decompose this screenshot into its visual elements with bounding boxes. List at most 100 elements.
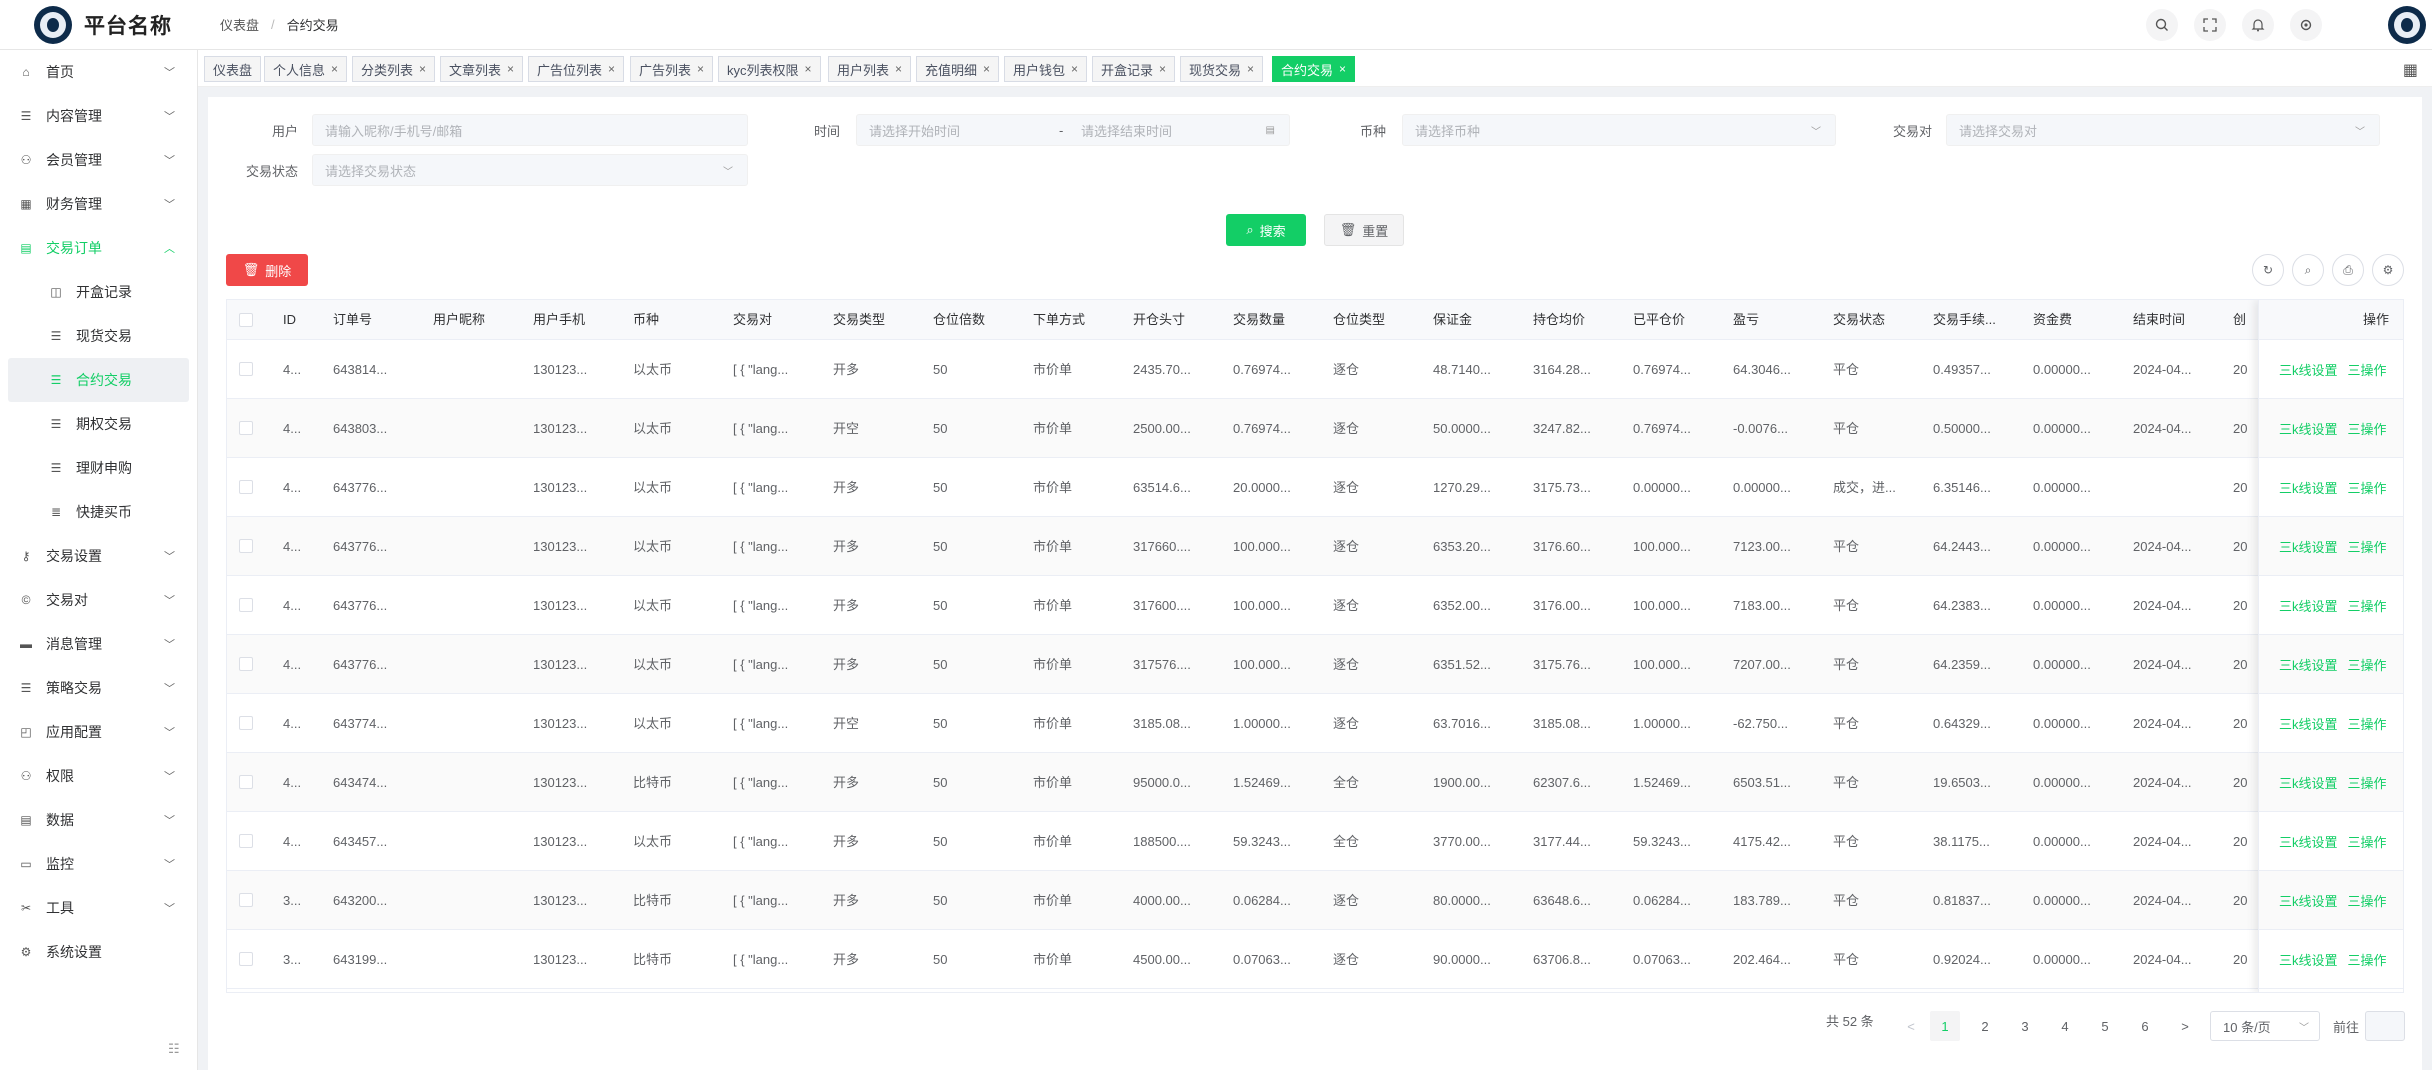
close-icon[interactable]: × bbox=[1339, 62, 1346, 76]
table-row[interactable]: 4... 643776... 130123... 以太币[ { "lang... 开多 5… bbox=[227, 458, 2403, 517]
sidebar-item-monitor[interactable]: ▭ 监控 ﹀ bbox=[0, 842, 197, 886]
time-range-picker[interactable]: 请选择开始时间 - 请选择结束时间 ▤ bbox=[856, 114, 1290, 146]
end-time-input[interactable]: 请选择结束时间 bbox=[1081, 121, 1172, 140]
sidebar-item-trade-settings[interactable]: ⚷ 交易设置 ﹀ bbox=[0, 534, 197, 578]
sidebar-sub-contract[interactable]: ☰ 合约交易 bbox=[8, 358, 189, 402]
page-5[interactable]: 5 bbox=[2090, 1011, 2120, 1041]
kline-settings-link[interactable]: 三k线设置 bbox=[2279, 478, 2338, 497]
sidebar-item-strategy[interactable]: ☰ 策略交易 ﹀ bbox=[0, 666, 197, 710]
page-1[interactable]: 1 bbox=[1930, 1011, 1960, 1041]
sidebar-item-tools[interactable]: ✂ 工具 ﹀ bbox=[0, 886, 197, 930]
table-row[interactable]: 4... 643774... 130123... 以太币[ { "lang... 开空 5… bbox=[227, 694, 2403, 753]
kline-settings-link[interactable]: 三k线设置 bbox=[2279, 832, 2338, 851]
tag-box-records[interactable]: 开盒记录 × bbox=[1092, 56, 1176, 82]
sidebar-item-finance[interactable]: ▦ 财务管理 ﹀ bbox=[0, 182, 197, 226]
tag-profile[interactable]: 个人信息 × bbox=[264, 56, 348, 82]
row-checkbox[interactable] bbox=[239, 893, 253, 907]
table-row[interactable]: 3... 643200... 130123... 比特币[ { "lang... 开多 5… bbox=[227, 871, 2403, 930]
row-checkbox[interactable] bbox=[239, 539, 253, 553]
goto-page-input[interactable] bbox=[2365, 1011, 2405, 1041]
table-row[interactable]: 4... 643803... 130123... 以太币[ { "lang... 开空 5… bbox=[227, 399, 2403, 458]
operate-link[interactable]: 三操作 bbox=[2348, 891, 2387, 910]
kline-settings-link[interactable]: 三k线设置 bbox=[2279, 655, 2338, 674]
kline-settings-link[interactable]: 三k线设置 bbox=[2279, 891, 2338, 910]
row-checkbox[interactable] bbox=[239, 421, 253, 435]
close-icon[interactable]: × bbox=[419, 62, 426, 76]
tag-recharge[interactable]: 充值明细 × bbox=[916, 56, 1000, 82]
sidebar-item-data[interactable]: ▤ 数据 ﹀ bbox=[0, 798, 197, 842]
table-row[interactable]: 4... 643776... 130123... 以太币[ { "lang... 开多 5… bbox=[227, 635, 2403, 694]
tag-contract[interactable]: 合约交易 × bbox=[1272, 56, 1356, 82]
close-icon[interactable]: × bbox=[697, 62, 704, 76]
search-icon[interactable]: ⌕ bbox=[2292, 254, 2324, 286]
sidebar-sub-box-records[interactable]: ◫ 开盒记录 bbox=[8, 270, 189, 314]
table-row[interactable]: 3... 643199... 130123... 比特币[ { "lang... 开多 5… bbox=[227, 930, 2403, 989]
sidebar-item-system-settings[interactable]: ⚙ 系统设置 bbox=[0, 930, 197, 974]
grid-icon[interactable]: ▦ bbox=[2403, 60, 2418, 80]
sidebar-item-app-config[interactable]: ◰ 应用配置 ﹀ bbox=[0, 710, 197, 754]
sidebar-item-permissions[interactable]: ⚇ 权限 ﹀ bbox=[0, 754, 197, 798]
sidebar-sub-options[interactable]: ☰ 期权交易 bbox=[8, 402, 189, 446]
close-icon[interactable]: × bbox=[895, 62, 902, 76]
tag-spot[interactable]: 现货交易 × bbox=[1180, 56, 1264, 82]
close-icon[interactable]: × bbox=[507, 62, 514, 76]
close-icon[interactable]: × bbox=[1071, 62, 1078, 76]
bell-icon[interactable] bbox=[2242, 9, 2274, 41]
tag-kyc-list[interactable]: kyc列表权限 × bbox=[718, 56, 821, 82]
start-time-input[interactable]: 请选择开始时间 bbox=[869, 121, 960, 140]
kline-settings-link[interactable]: 三k线设置 bbox=[2279, 950, 2338, 969]
sidebar-item-messages[interactable]: ▬ 消息管理 ﹀ bbox=[0, 622, 197, 666]
kline-settings-link[interactable]: 三k线设置 bbox=[2279, 714, 2338, 733]
reset-button[interactable]: 🗑 重置 bbox=[1324, 214, 1404, 246]
tag-wallet[interactable]: 用户钱包 × bbox=[1004, 56, 1088, 82]
tag-ad-list[interactable]: 广告列表 × bbox=[630, 56, 714, 82]
row-checkbox[interactable] bbox=[239, 834, 253, 848]
settings-icon[interactable] bbox=[2290, 9, 2322, 41]
logo[interactable] bbox=[34, 5, 72, 44]
table-row[interactable]: 4... 643814... 130123... 以太币[ { "lang... 开多 5… bbox=[227, 340, 2403, 399]
pair-select[interactable]: 请选择交易对 ﹀ bbox=[1946, 114, 2380, 146]
row-checkbox[interactable] bbox=[239, 716, 253, 730]
sidebar-item-pairs[interactable]: © 交易对 ﹀ bbox=[0, 578, 197, 622]
delete-button[interactable]: 🗑 删除 bbox=[226, 254, 308, 286]
row-checkbox[interactable] bbox=[239, 657, 253, 671]
close-icon[interactable]: × bbox=[1159, 62, 1166, 76]
table-row[interactable]: 4... 643457... 130123... 以太币[ { "lang... 开多 5… bbox=[227, 812, 2403, 871]
status-select[interactable]: 请选择交易状态 ﹀ bbox=[312, 154, 748, 186]
close-icon[interactable]: × bbox=[608, 62, 615, 76]
operate-link[interactable]: 三操作 bbox=[2348, 596, 2387, 615]
prev-page-button[interactable]: < bbox=[1896, 1011, 1926, 1041]
kline-settings-link[interactable]: 三k线设置 bbox=[2279, 419, 2338, 438]
sidebar-item-orders[interactable]: ▤ 交易订单 ︿ bbox=[0, 226, 197, 270]
collapse-sidebar-icon[interactable]: ☷ bbox=[168, 1041, 180, 1057]
table-row[interactable]: 4... 643776... 130123... 以太币[ { "lang... 开多 5… bbox=[227, 576, 2403, 635]
close-icon[interactable]: × bbox=[805, 62, 812, 76]
tag-article-list[interactable]: 文章列表 × bbox=[440, 56, 524, 82]
page-2[interactable]: 2 bbox=[1970, 1011, 2000, 1041]
refresh-icon[interactable]: ↻ bbox=[2252, 254, 2284, 286]
coin-select[interactable]: 请选择币种 ﹀ bbox=[1402, 114, 1836, 146]
select-all-checkbox[interactable] bbox=[239, 313, 253, 327]
breadcrumb-root[interactable]: 仪表盘 bbox=[220, 15, 259, 34]
sidebar-item-members[interactable]: ⚇ 会员管理 ﹀ bbox=[0, 138, 197, 182]
row-checkbox[interactable] bbox=[239, 598, 253, 612]
fullscreen-icon[interactable] bbox=[2194, 9, 2226, 41]
print-icon[interactable]: ⎙ bbox=[2332, 254, 2364, 286]
operate-link[interactable]: 三操作 bbox=[2348, 478, 2387, 497]
operate-link[interactable]: 三操作 bbox=[2348, 360, 2387, 379]
operate-link[interactable]: 三操作 bbox=[2348, 655, 2387, 674]
row-checkbox[interactable] bbox=[239, 480, 253, 494]
operate-link[interactable]: 三操作 bbox=[2348, 950, 2387, 969]
search-icon[interactable] bbox=[2146, 9, 2178, 41]
avatar[interactable] bbox=[2388, 6, 2426, 44]
operate-link[interactable]: 三操作 bbox=[2348, 832, 2387, 851]
table-row[interactable]: 4... 643474... 130123... 比特币[ { "lang... 开多 5… bbox=[227, 753, 2403, 812]
sidebar-sub-quickbuy[interactable]: ≣ 快捷买币 bbox=[8, 490, 189, 534]
sidebar-item-home[interactable]: ⌂ 首页 ﹀ bbox=[0, 50, 197, 94]
tag-adspot-list[interactable]: 广告位列表 × bbox=[528, 56, 625, 82]
next-page-button[interactable]: > bbox=[2170, 1011, 2200, 1041]
tag-user-list[interactable]: 用户列表 × bbox=[828, 56, 912, 82]
operate-link[interactable]: 三操作 bbox=[2348, 419, 2387, 438]
search-button[interactable]: ⌕ 搜索 bbox=[1226, 214, 1306, 246]
page-3[interactable]: 3 bbox=[2010, 1011, 2040, 1041]
